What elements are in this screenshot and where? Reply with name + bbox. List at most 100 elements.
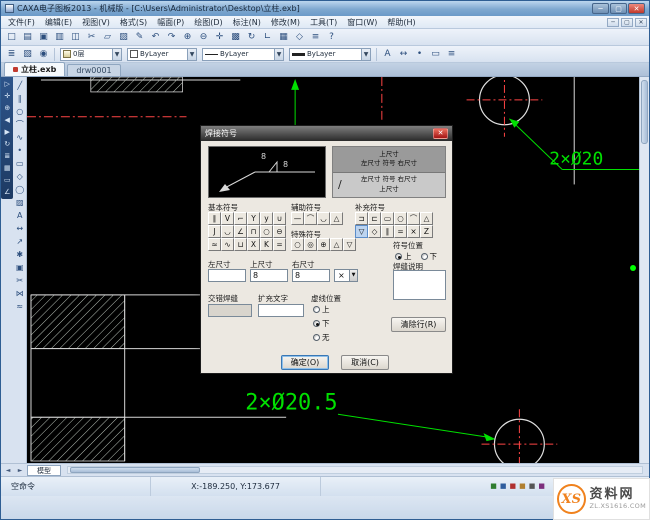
menu-item[interactable]: 视图(V) — [77, 17, 115, 28]
basic-weld-symbol-button[interactable]: ⌐ — [234, 212, 247, 225]
supp-weld-symbol-button[interactable]: ⊐ — [355, 212, 368, 225]
text-style-button[interactable]: A — [380, 47, 395, 62]
new-file-button[interactable]: □ — [4, 30, 19, 45]
dyninput-toggle[interactable]: ■ — [538, 483, 545, 490]
dialog-close-icon[interactable]: ✕ — [433, 128, 448, 139]
special-weld-symbol-button[interactable]: ⊕ — [317, 238, 330, 251]
supp-weld-symbol-button[interactable]: ▭ — [381, 212, 394, 225]
menu-item[interactable]: 标注(N) — [228, 17, 266, 28]
text-tool-button[interactable]: A — [14, 209, 26, 221]
special-weld-symbol-button[interactable]: ▽ — [343, 238, 356, 251]
sheet-prev-icon[interactable]: ◄ — [3, 467, 13, 474]
supp-weld-symbol-button[interactable]: = — [394, 225, 407, 238]
lineweight-combo[interactable]: ByLayer ▼ — [289, 48, 371, 61]
aux-weld-symbol-button[interactable]: ⌒ — [304, 212, 317, 225]
arc-tool-button[interactable]: ⌒ — [14, 118, 26, 130]
left-size-input[interactable] — [208, 269, 246, 282]
extend-text-input[interactable] — [258, 304, 304, 317]
grid-button[interactable]: ▦ — [276, 30, 291, 45]
supp-weld-symbol-button[interactable]: ◇ — [368, 225, 381, 238]
vertical-scrollbar-thumb[interactable] — [641, 80, 648, 144]
erase-button[interactable]: ▭ — [2, 175, 12, 185]
menu-item[interactable]: 编辑(E) — [40, 17, 77, 28]
supp-weld-symbol-button[interactable]: ○ — [394, 212, 407, 225]
redraw-button[interactable]: ↻ — [244, 30, 259, 45]
layout-option-below[interactable]: ∕ 左尺寸 符号 右尺寸 上尺寸 — [333, 173, 445, 198]
undo-button[interactable]: ↶ — [148, 30, 163, 45]
symbol-tool-button[interactable]: ✱ — [14, 248, 26, 260]
circle-tool-button[interactable]: ○ — [14, 105, 26, 117]
trim-tool-button[interactable]: ✂ — [14, 274, 26, 286]
block-tool-button[interactable]: ▣ — [14, 261, 26, 273]
basic-weld-symbol-button[interactable]: V — [221, 212, 234, 225]
point-style-button[interactable]: • — [412, 47, 427, 62]
spline-tool-button[interactable]: ∿ — [14, 131, 26, 143]
tab-drw0001[interactable]: drw0001 — [67, 64, 120, 76]
zoom-in-button[interactable]: ⊕ — [180, 30, 195, 45]
mdi-close-button[interactable]: ✕ — [635, 18, 647, 27]
model-tab[interactable]: 模型 — [27, 465, 61, 476]
previous-view-button[interactable]: ◀ — [2, 115, 12, 125]
offset-tool-button[interactable]: ≈ — [14, 300, 26, 312]
mdi-minimize-button[interactable]: ─ — [607, 18, 619, 27]
menu-item[interactable]: 窗口(W) — [342, 17, 382, 28]
vertical-scrollbar[interactable] — [639, 77, 649, 463]
horizontal-scrollbar[interactable] — [67, 466, 643, 474]
layout-option-above[interactable]: 上尺寸 左尺寸 符号 右尺寸 — [333, 147, 445, 173]
rect-tool-button[interactable]: ▭ — [14, 157, 26, 169]
dashline-radio-bottom[interactable]: 下 — [313, 318, 330, 329]
refresh-view-button[interactable]: ↻ — [2, 139, 12, 149]
basic-weld-symbol-button[interactable]: ⊔ — [234, 238, 247, 251]
dashline-radio-none[interactable]: 无 — [313, 332, 330, 343]
redo-button[interactable]: ↷ — [164, 30, 179, 45]
basic-weld-symbol-button[interactable]: X — [247, 238, 260, 251]
mirror-tool-button[interactable]: ⋈ — [14, 287, 26, 299]
options-button[interactable]: ≡ — [444, 47, 459, 62]
dialog-titlebar[interactable]: 焊接符号 ✕ — [201, 126, 452, 141]
supp-weld-symbol-button[interactable]: ⌒ — [407, 212, 420, 225]
top-size-input[interactable] — [250, 269, 288, 282]
parallel-tool-button[interactable]: ∥ — [14, 92, 26, 104]
close-button[interactable]: ✕ — [628, 3, 645, 14]
menu-item[interactable]: 帮助(H) — [382, 17, 420, 28]
basic-weld-symbol-button[interactable]: ⊓ — [247, 225, 260, 238]
maximize-button[interactable]: ▢ — [610, 3, 627, 14]
next-view-button[interactable]: ▶ — [2, 127, 12, 137]
layer-combo[interactable]: 0层 ▼ — [60, 48, 122, 61]
layer-manager-button[interactable]: ≣ — [4, 47, 19, 62]
object-snap-button[interactable]: ◇ — [292, 30, 307, 45]
special-weld-symbol-button[interactable]: ○ — [291, 238, 304, 251]
line-tool-button[interactable]: ╱ — [14, 79, 26, 91]
measure-button[interactable]: ∠ — [2, 187, 12, 197]
grip-point[interactable] — [630, 265, 636, 271]
colors-button[interactable]: ▦ — [2, 163, 12, 173]
basic-weld-symbol-button[interactable]: ∿ — [221, 238, 234, 251]
supp-weld-symbol-button[interactable]: ∥ — [381, 225, 394, 238]
aux-weld-symbol-button[interactable]: △ — [330, 212, 343, 225]
basic-weld-symbol-button[interactable]: y — [260, 212, 273, 225]
zoom-window-button[interactable]: ▩ — [228, 30, 243, 45]
basic-weld-symbol-button[interactable]: = — [273, 238, 286, 251]
aux-weld-symbol-button[interactable]: ◡ — [317, 212, 330, 225]
supp-weld-symbol-button[interactable]: ▽ — [355, 225, 368, 238]
layer-onoff-button[interactable]: ◉ — [36, 47, 51, 62]
print-button[interactable]: ▥ — [52, 30, 67, 45]
ellipse-tool-button[interactable]: ◯ — [14, 183, 26, 195]
special-weld-symbol-button[interactable]: △ — [330, 238, 343, 251]
save-button[interactable]: ▣ — [36, 30, 51, 45]
select-tool-button[interactable]: ▷ — [2, 79, 12, 89]
menu-item[interactable]: 绘图(D) — [189, 17, 227, 28]
basic-weld-symbol-button[interactable]: K — [260, 238, 273, 251]
lineweight-toggle[interactable]: ■ — [529, 483, 536, 490]
right-size-input[interactable] — [292, 269, 330, 282]
cancel-button[interactable]: 取消(C) — [341, 355, 389, 370]
linetype-combo[interactable]: ByLayer ▼ — [202, 48, 284, 61]
grid-toggle[interactable]: ■ — [500, 483, 507, 490]
dimension-tool-button[interactable]: ↔ — [14, 222, 26, 234]
point-tool-button[interactable]: • — [14, 144, 26, 156]
copy-button[interactable]: ▱ — [100, 30, 115, 45]
ok-button[interactable]: 确定(O) — [281, 355, 329, 370]
polar-toggle[interactable]: ■ — [519, 483, 526, 490]
format-brush-button[interactable]: ✎ — [132, 30, 147, 45]
snap-toggle[interactable]: ■ — [490, 483, 497, 490]
